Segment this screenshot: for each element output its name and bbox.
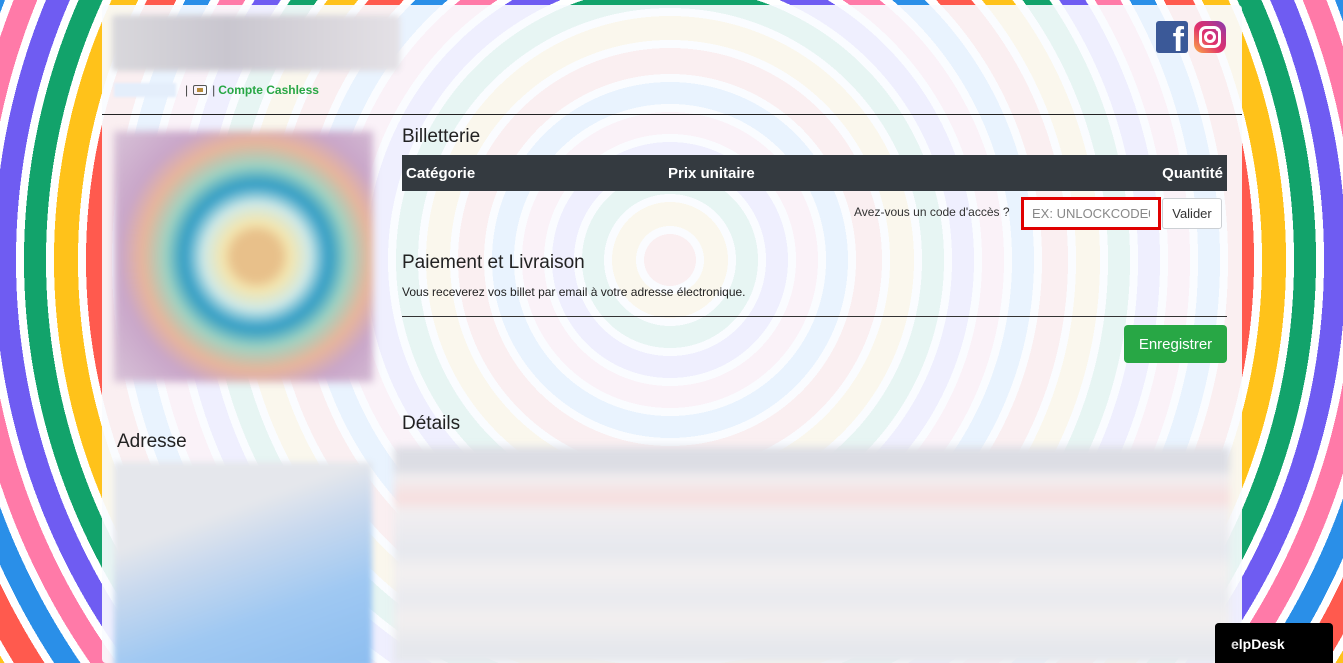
address-map[interactable] [114, 462, 372, 663]
wallet-icon[interactable] [193, 85, 208, 95]
address-title: Adresse [117, 431, 187, 452]
column-quantity: Quantité [1162, 165, 1223, 182]
payment-delivery-title: Paiement et Livraison [402, 252, 585, 273]
details-content-blurred [394, 447, 1230, 663]
access-code-input[interactable] [1021, 197, 1161, 230]
event-card: | | Compte Cashless f Adresse Billetteri… [102, 5, 1242, 663]
access-code-label: Avez-vous un code d'accès ? [854, 205, 1010, 219]
user-link-blurred[interactable] [114, 83, 176, 97]
payment-divider [402, 316, 1227, 317]
details-title: Détails [402, 413, 461, 434]
column-unit-price: Prix unitaire [668, 165, 755, 182]
header-divider [102, 114, 1242, 115]
ticketing-title: Billetterie [402, 126, 481, 147]
column-category: Catégorie [406, 165, 476, 182]
separator: | [212, 83, 216, 97]
cashless-account-link[interactable]: Compte Cashless [218, 83, 319, 97]
save-button[interactable]: Enregistrer [1124, 325, 1227, 363]
social-links: f [1156, 21, 1226, 53]
helpdesk-button[interactable]: elpDesk [1215, 623, 1333, 663]
validate-code-button[interactable]: Valider [1162, 198, 1222, 229]
facebook-icon[interactable]: f [1156, 21, 1188, 53]
account-links: | | Compte Cashless [114, 82, 319, 98]
event-header-blurred [112, 15, 400, 71]
separator: | [185, 83, 189, 97]
instagram-icon[interactable] [1194, 21, 1226, 53]
event-poster-image [114, 131, 373, 382]
ticket-table-header: Catégorie Prix unitaire Quantité [402, 155, 1227, 191]
payment-info-text: Vous receverez vos billet par email à vo… [402, 285, 746, 299]
